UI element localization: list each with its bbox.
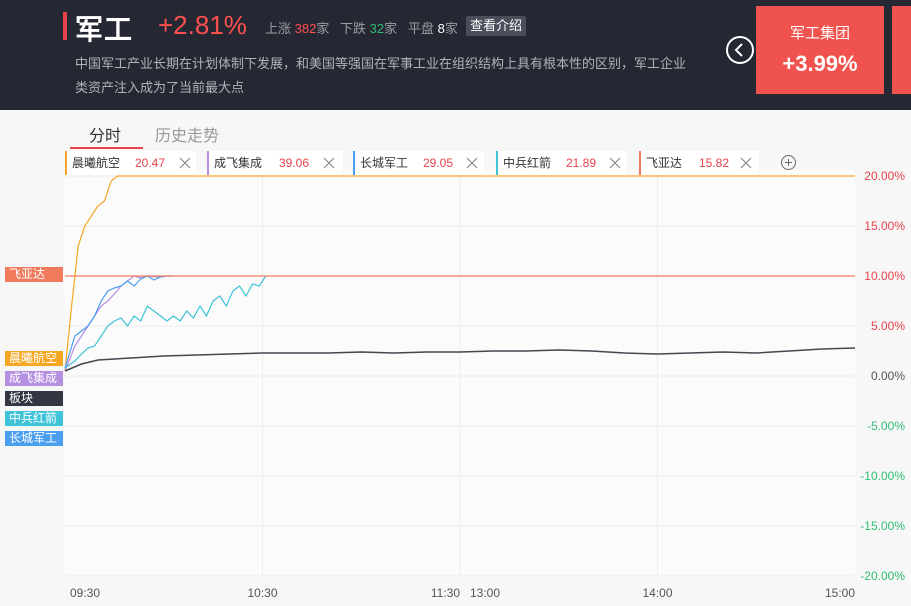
stock-chip[interactable]: 晨曦航空 20.47 [65,151,196,175]
stock-chip-price: 21.89 [566,156,597,170]
y-tick-label: -5.00% [867,419,905,433]
stock-chip[interactable]: 中兵红箭 21.89 [496,151,627,175]
stat-up-label: 上涨 [265,21,292,36]
add-stock-icon[interactable] [781,155,796,170]
stock-chip-name: 飞亚达 [646,156,683,170]
close-icon[interactable] [609,157,621,169]
view-intro-button[interactable]: 查看介绍 [466,16,527,36]
x-tick-label: 11:30 [431,586,460,600]
tab-history[interactable]: 历史走势 [155,122,219,146]
series-tag: 飞亚达 [5,267,63,282]
series-tag: 成飞集成 [5,371,63,386]
chart-tabs: 分时 历史走势 [0,110,911,150]
sector-description: 中国军工产业长期在计划体制下发展，和美国等强国在军事工业在组织结构上具有根本性的… [75,56,687,95]
y-tick-label: 10.00% [864,269,905,283]
stock-chip-name: 中兵红箭 [503,156,552,170]
sector-change: +2.81% [158,10,247,40]
stat-up: 上涨 382家 [265,18,329,37]
x-tick-label: 14:00 [642,586,672,600]
stat-flat-label: 平盘 [408,21,435,36]
close-icon[interactable] [179,157,191,169]
stock-chip-price: 39.06 [279,156,310,170]
y-tick-label: -20.00% [860,569,905,583]
stock-chip[interactable]: 成飞集成 39.06 [207,151,343,175]
stock-chip-price: 15.82 [699,156,730,170]
top-stock-card[interactable]: 军工集团 +3.99% [756,6,884,94]
stat-flat: 平盘 8家 [408,18,458,37]
x-tick-label: 09:30 [70,586,100,600]
top-card-change: +3.99% [782,51,858,76]
stat-down-label: 下跌 [340,21,367,36]
sector-name: 军工 [75,14,134,45]
series-tag: 板块 [5,391,63,406]
series-tag: 长城军工 [5,431,63,446]
y-tick-label: 5.00% [871,319,905,333]
y-tick-label: 15.00% [864,219,905,233]
close-icon[interactable] [740,157,752,169]
stock-chip-name: 晨曦航空 [72,156,121,170]
close-icon[interactable] [466,157,478,169]
stock-chip[interactable]: 长城军工 29.05 [353,151,484,175]
stat-flat-unit: 家 [444,21,458,36]
top-card-name: 军工集团 [789,25,850,42]
next-stock-card[interactable] [892,6,911,94]
stat-flat-count: 8 [437,21,445,36]
y-tick-label: -15.00% [860,519,905,533]
stock-chip-price: 29.05 [423,156,454,170]
stat-down: 下跌 32家 [340,18,397,37]
tab-intraday[interactable]: 分时 [89,122,121,146]
stat-down-unit: 家 [384,21,398,36]
x-tick-label: 10:30 [247,586,277,600]
y-axis-labels: 20.00% 15.00% 10.00% 5.00% 0.00% -5.00% -10.00… [860,170,905,583]
close-icon[interactable] [323,157,335,169]
y-tick-label: 20.00% [864,170,905,183]
title-accent-bar [63,12,67,40]
stock-chip-name: 长城军工 [360,156,409,170]
series-tag: 中兵红箭 [5,411,63,426]
intraday-chart: 20.00% 15.00% 10.00% 5.00% 0.00% -5.00% -10.00… [64,170,905,600]
y-tick-label: -10.00% [860,469,905,483]
y-tick-label: 0.00% [871,369,905,383]
stock-chip[interactable]: 飞亚达 15.82 [639,151,759,175]
page: 军工 +2.81% 上涨 382家 下跌 32家 平盘 8家 查看介绍 中国军工… [0,0,911,606]
stat-up-count: 382 [294,21,317,36]
stat-down-count: 32 [369,21,385,36]
sector-header: 军工 +2.81% 上涨 382家 下跌 32家 平盘 8家 查看介绍 中国军工… [0,0,911,110]
stock-chip-price: 20.47 [135,156,166,170]
series-tag: 晨曦航空 [5,351,63,366]
x-axis-labels: 09:30 10:30 11:30 13:00 14:00 15:00 [70,586,855,600]
active-tab-indicator [70,147,143,149]
chevron-left-icon[interactable] [726,36,754,64]
stock-chip-name: 成飞集成 [214,156,263,170]
x-tick-label: 13:00 [470,586,500,600]
chart-grid [65,170,855,577]
stat-up-unit: 家 [316,21,330,36]
x-tick-label: 15:00 [825,586,855,600]
